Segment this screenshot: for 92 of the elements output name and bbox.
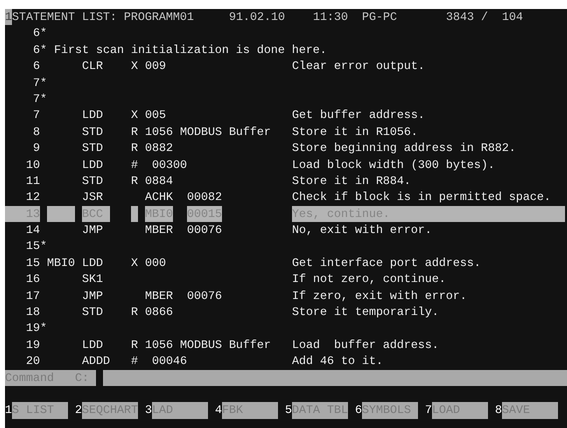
opcode-cell-text: LDD: [82, 107, 104, 124]
cursor-marker: 1: [5, 9, 12, 26]
opcode-cell-text: JMP: [82, 288, 104, 304]
opcode-cell-text: CLR: [82, 58, 104, 75]
line-number: 16: [25, 271, 40, 288]
opcode-cell-text: JMP: [82, 222, 104, 238]
operand-cell-text: 005: [145, 107, 167, 124]
operand-type-cell: R: [131, 140, 138, 157]
operand-type-cell: R: [131, 172, 138, 190]
operand-cell-text: 00046: [152, 353, 188, 370]
opcode-cell: ADDD: [82, 353, 110, 370]
operand-type-cell: X: [131, 58, 138, 75]
line-number: 7*: [32, 90, 47, 108]
comment-cell-text: If zero, exit with error.: [292, 288, 468, 304]
operand-cell-text: 0884: [145, 172, 174, 190]
function-key-number: 1: [5, 402, 12, 419]
comment-cell-text: Add 46 to it.: [292, 353, 384, 370]
operand-cell-text: 1056 MODBUS Buffer: [145, 336, 272, 354]
line-number: 10: [25, 156, 40, 173]
header-counter: 3843 / 104: [446, 9, 524, 26]
line-number: 7: [32, 107, 40, 124]
label-cell: [47, 206, 75, 222]
operand-cell-text: 1056 MODBUS Buffer: [145, 124, 272, 140]
line-number: 18: [25, 304, 40, 320]
comment-cell-text: Store beginning address in R882.: [292, 140, 517, 157]
label-cell: MBI0: [47, 254, 75, 272]
operand-cell-text: 00300: [152, 156, 188, 173]
line-number: 15: [25, 254, 40, 272]
function-key-number: 7: [425, 402, 432, 419]
opcode-cell-text: JSR: [82, 189, 104, 206]
line-number: 15*: [25, 238, 47, 255]
function-key-number: 6: [355, 402, 362, 419]
operand-cell-text: 0866: [145, 304, 174, 320]
opcode-cell-text: STD: [82, 172, 104, 190]
line-number: 9: [32, 140, 40, 157]
operand-type-cell: R: [131, 124, 138, 140]
comment-cell-text: No, exit with error.: [292, 222, 433, 238]
line-number: 6*: [32, 25, 47, 42]
operand-type-cell: R: [131, 304, 138, 320]
operand-type-cell: X: [131, 254, 138, 272]
operand-cell: 00082: [187, 189, 222, 206]
operand-cell-text: 009: [145, 58, 167, 75]
comment-cell-text: Get interface port address.: [292, 254, 482, 272]
operand-cell: 00076: [187, 288, 222, 304]
comment-cell-text: Get buffer address.: [292, 107, 426, 124]
line-number: 8: [32, 124, 40, 140]
comment-cell-text: Clear error output.: [292, 58, 426, 75]
line-number: 17: [25, 288, 40, 304]
line-number: 19: [25, 336, 40, 354]
line-number: 20: [25, 353, 40, 370]
line-number: 11: [25, 172, 40, 190]
function-key-number: 2: [75, 402, 82, 419]
opcode-cell-text: STD: [82, 140, 104, 157]
operand-type-cell: X: [131, 107, 138, 124]
function-key-number: 3: [145, 402, 152, 419]
opcode-cell-text: LDD: [82, 156, 104, 173]
symbol-cell: MBER: [145, 222, 173, 238]
comment-cell-text: Load buffer address.: [292, 336, 440, 354]
comment-cell-text: Store it in R884.: [292, 172, 412, 190]
opcode-cell-text: LDD: [82, 254, 104, 272]
line-number: 6: [32, 58, 40, 75]
operand-type-cell: #: [131, 353, 138, 370]
header-time: 11:30: [313, 9, 349, 26]
opcode-cell-text: LDD: [82, 336, 104, 354]
opcode-cell-text: SK1: [82, 271, 104, 288]
opcode-cell-text: STD: [82, 124, 104, 140]
operand-cell-text: 000: [145, 254, 167, 272]
line-number: 6*: [32, 42, 47, 58]
symbol-cell: ACHK: [145, 189, 173, 206]
comment-cell-text: Store it temporarily.: [292, 304, 440, 320]
line-number: 7*: [32, 74, 47, 91]
comment-cell-text: Store it in R1056.: [292, 124, 419, 140]
function-key-number: 5: [285, 402, 292, 419]
operand-type-cell: [131, 206, 138, 222]
function-key-number: 4: [215, 402, 222, 419]
comment-cell-text: If not zero, continue.: [292, 271, 447, 288]
function-key-number: 8: [495, 402, 502, 419]
opcode-cell-text: STD: [82, 304, 104, 320]
line-number: 19*: [25, 320, 47, 337]
comment-cell-text: Check if block is in permitted space.: [292, 189, 552, 206]
operand-type-cell: R: [131, 336, 138, 354]
header-date: 91.02.10: [229, 9, 286, 26]
operand-cell-text: 0882: [145, 140, 174, 157]
comment-text: First scan initialization is done here.: [54, 42, 328, 58]
symbol-cell: MBER: [145, 288, 173, 304]
line-number: 14: [25, 222, 40, 238]
line-number: 12: [25, 189, 40, 206]
header-station: PG-PC: [362, 9, 398, 26]
operand-cell: 00076: [187, 222, 222, 238]
operand-type-cell: #: [131, 156, 138, 173]
screen-title: STATEMENT LIST: PROGRAMM01: [12, 9, 195, 26]
comment-cell-text: Load block width (300 bytes).: [292, 156, 496, 173]
